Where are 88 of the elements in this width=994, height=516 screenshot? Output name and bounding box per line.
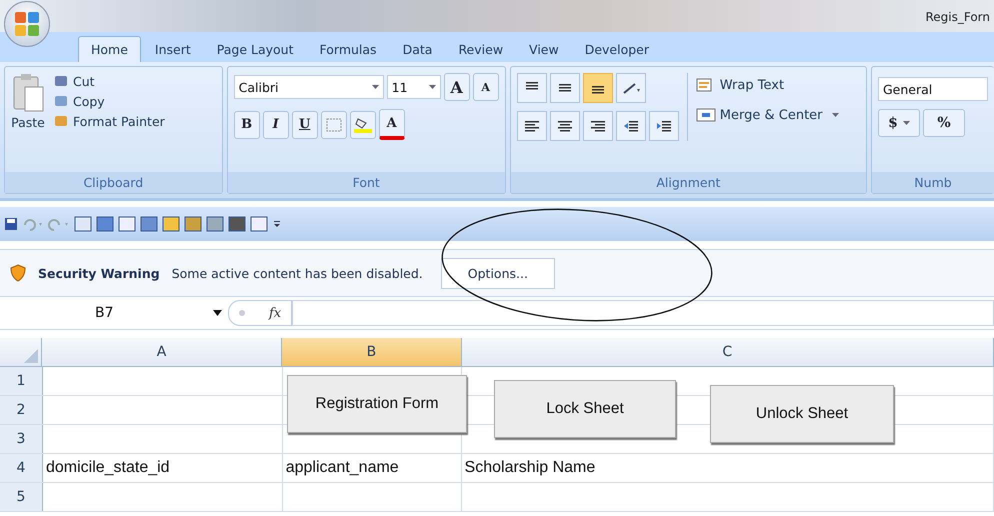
clipboard-item[interactable]: Format Painter <box>53 113 165 129</box>
clipboard-icon <box>11 73 45 113</box>
align-button[interactable] <box>550 111 580 141</box>
toolbar-icon[interactable] <box>74 216 92 232</box>
orientation-button[interactable] <box>616 73 646 103</box>
group-label: Alignment <box>510 172 866 193</box>
row-header[interactable]: 3 <box>0 425 43 453</box>
caret-icon <box>428 85 436 89</box>
font-style-button[interactable]: B <box>234 110 260 138</box>
font-name-field[interactable]: Calibri <box>234 75 384 99</box>
toolbar-icon[interactable] <box>206 216 224 232</box>
align-button[interactable] <box>516 73 547 103</box>
ribbon-tab[interactable]: Home <box>78 36 141 62</box>
security-message: Some active content has been disabled. <box>172 266 423 280</box>
indent-button[interactable] <box>616 111 646 141</box>
fill-color-button[interactable] <box>350 110 376 138</box>
security-title: Security Warning <box>38 266 160 280</box>
options-button[interactable]: Options... <box>440 258 555 288</box>
column-header[interactable]: C <box>462 338 994 366</box>
toolbar-icon[interactable] <box>118 216 136 232</box>
clipboard-item[interactable]: Copy <box>53 93 165 109</box>
ribbon-tab[interactable]: Developer <box>572 37 662 62</box>
align-button[interactable] <box>516 111 547 141</box>
paste-button[interactable]: Paste <box>11 73 45 130</box>
caret-icon <box>213 310 222 316</box>
office-button[interactable] <box>4 1 50 47</box>
group-label: Numb <box>872 172 994 193</box>
font-color-button[interactable]: A <box>378 109 405 140</box>
ribbon-tab[interactable]: View <box>517 37 571 62</box>
row-header[interactable]: 2 <box>0 396 43 424</box>
sheet-button[interactable]: Lock Sheet <box>494 380 676 438</box>
logo-icon <box>12 9 42 39</box>
insert-function-button[interactable]: fx <box>228 300 292 326</box>
toolbar-icon[interactable] <box>228 216 246 232</box>
ribbon-tab[interactable]: Review <box>446 37 516 62</box>
font-style-button[interactable]: U <box>292 110 318 138</box>
table-cell: applicant_name <box>282 454 462 482</box>
indent-icon <box>656 119 672 133</box>
sheet-button[interactable]: Registration Form <box>287 375 467 433</box>
row-header[interactable]: 4 <box>0 454 43 482</box>
column-header[interactable]: B <box>282 338 462 366</box>
save-icon[interactable] <box>4 217 18 231</box>
borders-icon <box>326 118 342 132</box>
name-box[interactable]: B7 <box>0 305 228 321</box>
caret-icon <box>902 121 910 125</box>
wrap-text-button[interactable]: Wrap Text <box>696 77 839 93</box>
ribbon-tab[interactable]: Formulas <box>308 37 389 62</box>
grow-font-button[interactable]: A <box>444 73 470 101</box>
clipboard-item[interactable]: Cut <box>53 73 165 89</box>
toolbar-icon[interactable] <box>250 216 268 232</box>
shrink-font-button[interactable]: A <box>472 73 499 101</box>
orientation-icon <box>620 81 641 95</box>
indent-button[interactable] <box>648 111 679 141</box>
align-icon <box>524 119 540 133</box>
row-header[interactable]: 5 <box>0 483 43 511</box>
table-cell: Scholarship Name <box>462 454 994 482</box>
paint-bucket-icon <box>354 116 372 132</box>
merge-icon <box>696 107 716 123</box>
indent-icon <box>622 119 639 133</box>
font-size-field[interactable]: 11 <box>386 75 441 99</box>
group-label: Font <box>228 172 505 193</box>
formula-field[interactable] <box>292 300 994 326</box>
align-button[interactable] <box>550 73 580 103</box>
sheet-button[interactable]: Unlock Sheet <box>710 385 894 443</box>
align-button[interactable] <box>582 73 613 103</box>
font-style-button[interactable]: I <box>262 110 289 138</box>
group-label: Clipboard <box>5 172 222 193</box>
caret-icon <box>372 85 379 89</box>
row-header[interactable]: 1 <box>0 367 43 395</box>
toolbar-icon[interactable] <box>140 216 158 232</box>
currency-button[interactable]: $ <box>878 109 920 137</box>
toolbar-icon[interactable] <box>162 216 180 232</box>
merge-center-button[interactable]: Merge & Center <box>696 107 839 123</box>
align-button[interactable] <box>582 111 613 141</box>
window-title: Regis_Forn <box>925 9 990 24</box>
ribbon-tab[interactable]: Page Layout <box>204 37 306 62</box>
circle-icon <box>239 310 245 316</box>
percent-button[interactable]: % <box>923 109 965 137</box>
toolbar-icon[interactable] <box>184 216 202 232</box>
ribbon-tab[interactable]: Data <box>390 37 444 62</box>
table-cell: domicile_state_id <box>42 454 283 482</box>
align-icon <box>556 119 573 133</box>
ribbon-tab[interactable]: Insert <box>142 37 203 62</box>
shield-icon <box>10 264 26 282</box>
toolbar-icon[interactable] <box>96 216 114 232</box>
number-format-field[interactable]: General <box>878 77 988 101</box>
caret-icon <box>832 113 839 117</box>
align-icon <box>590 119 606 133</box>
